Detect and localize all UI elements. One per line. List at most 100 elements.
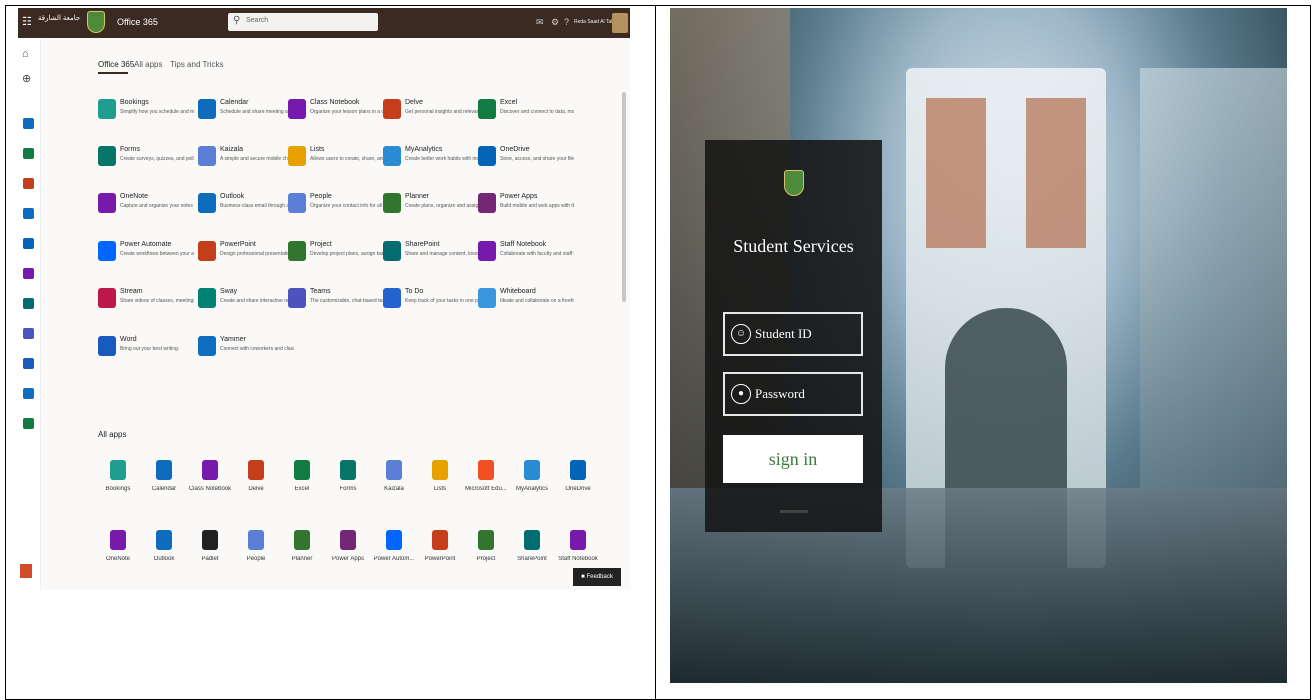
rail-app-icon[interactable]	[23, 178, 34, 189]
all-apps-item[interactable]: PowerPoint	[416, 530, 464, 580]
app-icon	[432, 530, 448, 550]
notification-icon[interactable]	[20, 564, 32, 578]
help-icon[interactable]: ?	[564, 17, 569, 27]
app-description: Develop project plans, assign tasks...	[310, 251, 384, 257]
gear-icon[interactable]: ⚙	[551, 17, 559, 28]
rail-app-icon[interactable]	[23, 328, 34, 339]
all-apps-item[interactable]: MyAnalytics	[508, 460, 556, 510]
app-tile[interactable]: OneNote Capture and organize your notes a…	[98, 190, 194, 222]
all-apps-item[interactable]: Forms	[324, 460, 372, 510]
student-id-field[interactable]: ☺	[723, 312, 863, 356]
all-apps-item[interactable]: Outlook	[140, 530, 188, 580]
search-input[interactable]: ⚲ Search	[228, 13, 378, 31]
app-label: Padlet	[201, 556, 219, 562]
app-tile[interactable]: Stream Share videos of classes, meetings,…	[98, 285, 194, 317]
app-tile[interactable]: Kaizala A simple and secure mobile chat a…	[198, 143, 294, 175]
all-apps-item[interactable]: Project	[462, 530, 510, 580]
rail-app-icon[interactable]	[23, 238, 34, 249]
app-tile[interactable]: MyAnalytics Create better work habits wit…	[383, 143, 479, 175]
all-apps-item[interactable]: Kaizala	[370, 460, 418, 510]
rail-app-icon[interactable]	[23, 388, 34, 399]
app-tile[interactable]: Delve Get personal insights and relevant.…	[383, 96, 479, 128]
all-apps-item[interactable]: Planner	[278, 530, 326, 580]
app-title[interactable]: Office 365	[117, 17, 158, 27]
app-icon	[524, 530, 540, 550]
tab-all-apps[interactable]: All apps	[134, 60, 162, 69]
app-tile[interactable]: SharePoint Share and manage content, know…	[383, 238, 479, 270]
all-apps-item[interactable]: Microsoft Edu...	[462, 460, 510, 510]
sign-in-button[interactable]: sign in	[723, 435, 863, 483]
app-tile[interactable]: PowerPoint Design professional presentati…	[198, 238, 294, 270]
app-tile[interactable]: People Organize your contact info for all…	[288, 190, 384, 222]
tab-office365[interactable]: Office 365	[98, 60, 134, 69]
app-tile[interactable]: Forms Create surveys, quizzes, and polls.…	[98, 143, 194, 175]
home-icon[interactable]: ⌂	[22, 48, 29, 60]
app-tile[interactable]: Planner Create plans, organize and assign…	[383, 190, 479, 222]
app-icon	[198, 99, 216, 119]
avatar[interactable]	[612, 13, 628, 33]
app-tile[interactable]: Whiteboard Ideate and collaborate on a fr…	[478, 285, 574, 317]
rail-app-icon[interactable]	[23, 418, 34, 429]
app-label: Microsoft Edu...	[465, 486, 507, 492]
all-apps-item[interactable]: Lists	[416, 460, 464, 510]
all-apps-item[interactable]: Class Notebook	[186, 460, 234, 510]
app-tile[interactable]: Outlook Business-class email through a ri…	[198, 190, 294, 222]
tab-tips[interactable]: Tips and Tricks	[170, 60, 224, 69]
university-crest-icon	[784, 170, 804, 196]
password-input[interactable]	[755, 384, 855, 404]
all-apps-item[interactable]: Power Apps	[324, 530, 372, 580]
feedback-button[interactable]: ■ Feedback	[573, 568, 621, 586]
all-apps-item[interactable]: Delve	[232, 460, 280, 510]
chat-icon[interactable]: ✉	[536, 17, 544, 28]
brick-panel-left	[926, 98, 986, 248]
app-description: Collaborate with faculty and staff t...	[500, 251, 574, 257]
app-launcher-icon[interactable]: ☷	[22, 16, 34, 28]
app-name: Planner	[405, 193, 430, 200]
app-tile[interactable]: Power Automate Create workflows between y…	[98, 238, 194, 270]
app-tile[interactable]: Power Apps Build mobile and web apps with…	[478, 190, 574, 222]
app-tile[interactable]: Teams The customizable, chat-based tea...	[288, 285, 384, 317]
app-tile[interactable]: OneDrive Store, access, and share your fi…	[478, 143, 574, 175]
all-apps-item[interactable]: OneNote	[94, 530, 142, 580]
student-id-input[interactable]	[755, 324, 855, 344]
rail-app-icon[interactable]	[23, 118, 34, 129]
app-icon	[288, 241, 306, 261]
all-apps-item[interactable]: Excel	[278, 460, 326, 510]
all-apps-item[interactable]: Power Autom...	[370, 530, 418, 580]
app-icon	[98, 99, 116, 119]
app-tile[interactable]: Bookings Simplify how you schedule and ma…	[98, 96, 194, 128]
app-tile[interactable]: Staff Notebook Collaborate with faculty a…	[478, 238, 574, 270]
scrollbar[interactable]	[622, 92, 626, 302]
rail-app-icon[interactable]	[23, 268, 34, 279]
app-tile[interactable]: Excel Discover and connect to data, mo...	[478, 96, 574, 128]
app-description: Bring out your best writing.	[120, 346, 180, 352]
app-tile[interactable]: Calendar Schedule and share meeting and e…	[198, 96, 294, 128]
app-tile[interactable]: Sway Create and share interactive report.…	[198, 285, 294, 317]
rail-app-icon[interactable]	[23, 208, 34, 219]
app-description: The customizable, chat-based tea...	[310, 298, 384, 304]
app-description: Share videos of classes, meetings,...	[120, 298, 194, 304]
app-icon	[340, 530, 356, 550]
all-apps-item[interactable]: OneDrive	[554, 460, 602, 510]
all-apps-item[interactable]: Bookings	[94, 460, 142, 510]
all-apps-item[interactable]: Padlet	[186, 530, 234, 580]
app-description: Create and share interactive report...	[220, 298, 294, 304]
all-apps-item[interactable]: Calendar	[140, 460, 188, 510]
app-tile[interactable]: Class Notebook Organize your lesson plans…	[288, 96, 384, 128]
app-tile[interactable]: Word Bring out your best writing.	[98, 333, 194, 365]
top-bar: ☷ جامعة الشارقة Office 365 ⚲ Search ✉ ⚙ …	[18, 8, 630, 38]
app-icon	[478, 530, 494, 550]
app-tile[interactable]: Lists Allows users to create, share, and …	[288, 143, 384, 175]
rail-app-icon[interactable]	[23, 358, 34, 369]
add-icon[interactable]: ⊕	[22, 72, 31, 85]
app-tile[interactable]: Yammer Connect with coworkers and class..…	[198, 333, 294, 365]
rail-app-icon[interactable]	[23, 148, 34, 159]
all-apps-item[interactable]: SharePoint	[508, 530, 556, 580]
app-icon	[570, 460, 586, 480]
app-tile[interactable]: To Do Keep track of your tasks in one pla…	[383, 285, 479, 317]
rail-app-icon[interactable]	[23, 298, 34, 309]
app-tile[interactable]: Project Develop project plans, assign tas…	[288, 238, 384, 270]
all-apps-item[interactable]: People	[232, 530, 280, 580]
password-field[interactable]: ●	[723, 372, 863, 416]
app-icon	[294, 460, 310, 480]
